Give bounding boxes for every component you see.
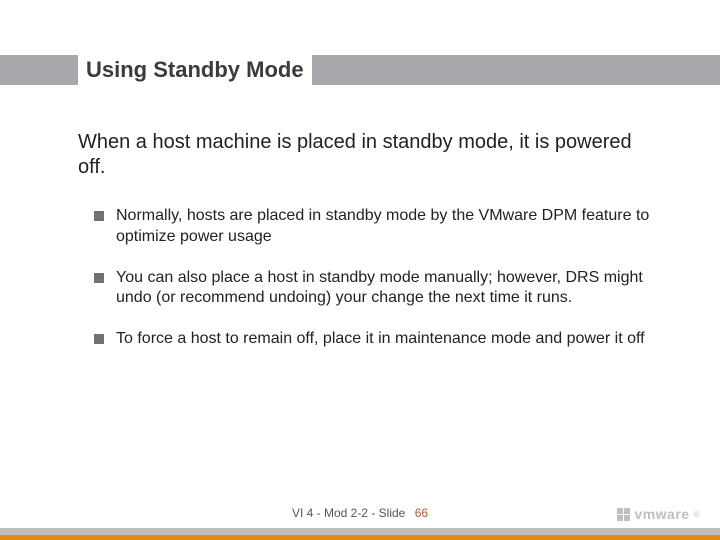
footer-text: VI 4 - Mod 2-2 - Slide 66	[0, 506, 720, 520]
content-area: When a host machine is placed in standby…	[78, 130, 658, 370]
slide: Using Standby Mode When a host machine i…	[0, 0, 720, 540]
footer-bars	[0, 528, 720, 540]
title-bar: Using Standby Mode	[0, 55, 720, 85]
lead-paragraph: When a host machine is placed in standby…	[78, 130, 658, 180]
brand-logo: vmware ®	[617, 506, 700, 522]
brand-registered-icon: ®	[694, 510, 700, 519]
footer-page-number: 66	[415, 506, 428, 520]
brand-wordmark: vmware	[634, 506, 689, 522]
list-item: To force a host to remain off, place it …	[100, 329, 658, 350]
title-accent-right	[312, 55, 720, 85]
bullet-list: Normally, hosts are placed in standby mo…	[78, 206, 658, 350]
footer-bar-grey	[0, 528, 720, 535]
list-item: Normally, hosts are placed in standby mo…	[100, 206, 658, 248]
slide-title: Using Standby Mode	[78, 57, 312, 83]
footer-bar-orange	[0, 535, 720, 540]
title-accent-left	[0, 55, 78, 85]
footer: VI 4 - Mod 2-2 - Slide 66 vmware ®	[0, 498, 720, 540]
brand-boxes-icon	[617, 508, 630, 521]
list-item: You can also place a host in standby mod…	[100, 268, 658, 310]
footer-module: VI 4 - Mod 2-2 - Slide	[292, 506, 405, 520]
